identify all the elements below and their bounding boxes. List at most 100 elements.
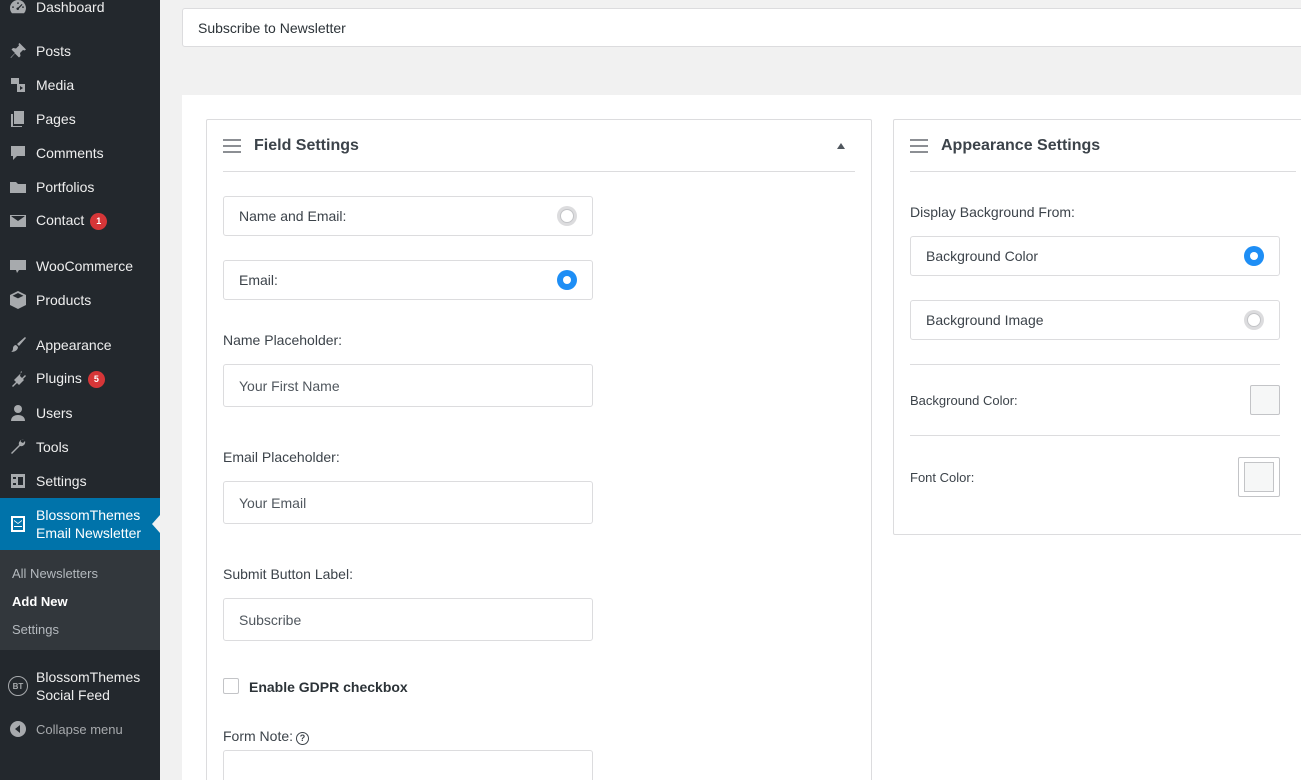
font-color-swatch [1244,462,1274,492]
menu-appearance[interactable]: Appearance [0,328,160,362]
divider [910,364,1280,365]
form-note-textarea[interactable] [223,750,593,780]
notification-badge: 5 [87,370,105,388]
display-background-from-label: Display Background From: [910,204,1075,220]
menu-label: Social Feed [36,687,110,703]
menu-dashboard[interactable]: Dashboard [0,0,160,24]
submenu-settings[interactable]: Settings [0,616,160,644]
notification-badge: 1 [90,212,108,230]
submenu-all-newsletters[interactable]: All Newsletters [0,560,160,588]
menu-blossomthemes-email-newsletter[interactable]: BlossomThemes Email Newsletter [0,498,160,550]
wrench-icon [0,437,36,457]
menu-label: Dashboard [36,0,105,15]
menu-settings[interactable]: Settings [0,464,160,498]
settings-icon [0,471,36,491]
folder-icon [0,177,36,197]
menu-woocommerce[interactable]: WooCommerce [0,249,160,283]
menu-label: Comments [36,145,104,161]
email-placeholder-label: Email Placeholder: [223,449,340,465]
menu-contact[interactable]: Contact 1 [0,204,160,238]
menu-label: Users [36,405,73,421]
background-color-picker[interactable] [1250,385,1280,415]
submit-button-input[interactable] [223,598,593,641]
menu-products[interactable]: Products [0,283,160,317]
menu-label: Products [36,292,92,308]
divider [910,435,1280,436]
post-title-input[interactable]: Subscribe to Newsletter [182,8,1301,47]
field-settings-panel: Field Settings Name and Email: Email: Na… [206,119,872,780]
collapse-arrow-icon[interactable] [837,142,845,149]
email-placeholder-input[interactable] [223,481,593,524]
box-icon [0,290,36,310]
menu-comments[interactable]: Comments [0,136,160,170]
submenu-add-new[interactable]: Add New [0,588,160,616]
menu-plugins[interactable]: Plugins 5 [0,362,160,396]
collapse-icon [0,719,36,739]
gdpr-checkbox[interactable] [223,678,239,694]
newsletter-icon [0,514,36,534]
option-name-and-email[interactable]: Name and Email: [223,196,593,236]
option-email[interactable]: Email: [223,260,593,300]
field-settings-header[interactable]: Field Settings [223,120,855,172]
menu-label: Plugins [36,370,82,387]
woo-icon [0,256,36,276]
admin-sidebar: Dashboard Posts Media Pages Comments Por… [0,0,160,780]
menu-label: Appearance [36,337,112,353]
panel-title: Appearance Settings [941,136,1101,154]
menu-tools[interactable]: Tools [0,430,160,464]
dashboard-icon [0,0,36,17]
user-icon [0,403,36,423]
menu-media[interactable]: Media [0,68,160,102]
option-label: Name and Email: [239,208,347,224]
menu-label: Posts [36,43,72,59]
option-background-image[interactable]: Background Image [910,300,1280,340]
option-label: Email: [239,272,278,288]
option-background-color[interactable]: Background Color [910,236,1280,276]
menu-label: Media [36,77,75,93]
comment-icon [0,143,36,163]
option-label: Background Image [926,312,1044,328]
menu-label: Settings [36,473,87,489]
submit-button-label: Submit Button Label: [223,566,353,582]
menu-label: Pages [36,111,76,127]
mail-icon [0,211,36,231]
background-color-label: Background Color: [910,393,1018,408]
drag-handle-icon[interactable] [223,138,241,153]
menu-label: Tools [36,439,69,455]
menu-label: Email Newsletter [36,525,142,541]
appearance-settings-panel: Appearance Settings Display Background F… [893,119,1301,535]
radio-checked[interactable] [1244,246,1264,266]
radio-unchecked[interactable] [557,206,577,226]
menu-users[interactable]: Users [0,396,160,430]
font-color-picker[interactable] [1238,457,1280,497]
menu-label: Contact [36,212,85,229]
collapse-menu-button[interactable]: Collapse menu [0,712,160,746]
menu-pages[interactable]: Pages [0,102,160,136]
form-note-label: Form Note:? [223,728,310,745]
pin-icon [0,41,36,61]
active-indicator [152,515,160,533]
help-icon[interactable]: ? [296,731,310,745]
submenu: All Newsletters Add New Settings [0,550,160,650]
drag-handle-icon[interactable] [910,138,928,153]
menu-label: Portfolios [36,179,95,195]
pages-icon [0,109,36,129]
menu-label: WooCommerce [36,258,133,274]
radio-checked[interactable] [557,270,577,290]
plug-icon [0,369,36,389]
menu-label: BlossomThemes [36,507,141,523]
radio-unchecked[interactable] [1244,310,1264,330]
post-title-text: Subscribe to Newsletter [198,19,346,36]
gdpr-checkbox-label: Enable GDPR checkbox [249,679,408,695]
menu-portfolios[interactable]: Portfolios [0,170,160,204]
name-placeholder-input[interactable] [223,364,593,407]
panel-title: Field Settings [254,136,359,154]
menu-blossomthemes-social-feed[interactable]: BT BlossomThemes Social Feed [0,660,160,712]
font-color-label: Font Color: [910,470,975,485]
menu-label: Collapse menu [36,721,123,737]
menu-posts[interactable]: Posts [0,34,160,68]
appearance-settings-header[interactable]: Appearance Settings [910,120,1296,172]
form-note-text: Form Note: [223,728,294,744]
name-placeholder-label: Name Placeholder: [223,332,343,348]
brush-icon [0,335,36,355]
